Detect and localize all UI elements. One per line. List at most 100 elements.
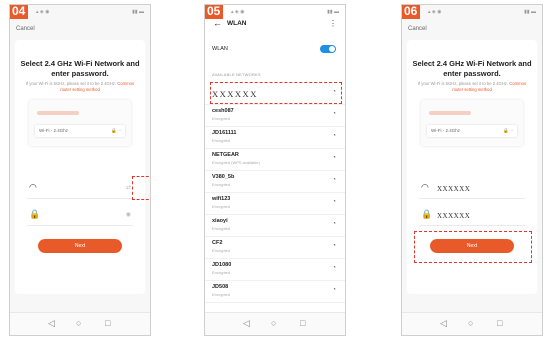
toggle-knob [329, 46, 335, 52]
wifi-signal-lock-icon: ◔ [332, 111, 336, 117]
network-name: JD1080 [212, 262, 232, 268]
network-status: Encrypted [212, 182, 231, 187]
wifi-signal-lock-icon: ◔ [332, 221, 336, 227]
recent-nav-icon[interactable]: □ [300, 318, 305, 328]
illustration-wifi-label: Wi-Fi - 2.4Ghz [431, 128, 461, 133]
available-networks-heading: AVAILABLE NETWORKS [212, 72, 261, 77]
password-value: XXXXXX [437, 212, 471, 220]
network-status: Encrypted [212, 270, 231, 275]
status-icons-left: ▴ ◈ ◉ [428, 9, 442, 15]
subtitle: If your Wi-Fi is 5GHz, please set it to … [415, 81, 529, 93]
network-item[interactable]: JD1080 Encrypted ◔ [205, 259, 345, 281]
wifi-signal-lock-icon: ◔ [332, 243, 336, 249]
status-icons-right: ▮▮ ▬ [524, 9, 536, 15]
status-icons-right: ▮▮ ▬ [132, 9, 144, 15]
ssid-field[interactable]: ◠ ⇄ [27, 180, 133, 199]
recent-nav-icon[interactable]: □ [105, 318, 110, 328]
network-name: JD508 [212, 284, 229, 290]
network-name: xiaoyi [212, 218, 228, 224]
network-status: Encrypted [212, 226, 231, 231]
password-field[interactable]: 🔒 ◉ [27, 207, 133, 226]
illustration-bar [429, 111, 471, 115]
page-title: Select 2.4 GHz Wi-Fi Network and enter p… [20, 59, 140, 78]
cancel-button[interactable]: Cancel [408, 26, 427, 32]
nav-bar: ◁ ○ □ [402, 312, 542, 335]
network-name: CF2 [212, 240, 223, 246]
wifi-form-card: Select 2.4 GHz Wi-Fi Network and enter p… [15, 40, 145, 294]
cancel-button[interactable]: Cancel [16, 26, 35, 32]
back-nav-icon[interactable]: ◁ [243, 318, 250, 329]
wifi-icon: ◠ [421, 182, 429, 192]
password-field[interactable]: 🔒 XXXXXX [419, 207, 525, 226]
ssid-value: XXXXXX [437, 185, 471, 193]
network-name: wifi123 [212, 196, 231, 202]
subtitle: If your Wi-Fi is 5GHz, please set it to … [23, 81, 137, 93]
network-item[interactable]: JD161111 Encrypted ◔ [205, 127, 345, 149]
switch-network-icon[interactable]: ⇄ [126, 184, 131, 191]
network-item[interactable]: NETGEAR Encrypted (WPS available) ◔ [205, 149, 345, 171]
network-status: Encrypted [212, 204, 231, 209]
page-title: Select 2.4 GHz Wi-Fi Network and enter p… [412, 59, 532, 78]
network-name: cesh087 [212, 108, 234, 114]
wifi-illustration: Wi-Fi - 2.4Ghz 🔒 ◔ [421, 100, 523, 146]
network-name: NETGEAR [212, 152, 239, 158]
subtitle-text: If your Wi-Fi is 5GHz, please set it to … [417, 81, 509, 86]
status-bar: ▴ ◈ ◉ ▮▮ ▬ [402, 7, 542, 17]
status-icons-right: ▮▮ ▬ [327, 9, 339, 15]
illustration-wifi-row: Wi-Fi - 2.4Ghz 🔒 ◔ [427, 125, 517, 137]
highlight-next-button [414, 231, 532, 263]
wlan-header: ← WLAN ⋮ [205, 17, 345, 33]
network-name: V380_5b [212, 174, 235, 180]
network-item[interactable]: JD508 Encrypted ◔ [205, 281, 345, 303]
network-status: Encrypted (WPS available) [212, 160, 260, 165]
network-status: Encrypted [212, 292, 231, 297]
nav-bar: ◁ ○ □ [10, 312, 150, 335]
wifi-signal-lock-icon: ◔ [332, 133, 336, 139]
wlan-label: WLAN [212, 46, 228, 52]
phone-screen-step-05: 05 ▴ ◈ ◉ ▮▮ ▬ ← WLAN ⋮ WLAN AVAILABLE NET… [204, 4, 346, 336]
eye-icon[interactable]: ◉ [126, 211, 131, 218]
home-nav-icon[interactable]: ○ [468, 318, 473, 328]
phone-screen-step-04: 04 ▴ ◈ ◉ ▮▮ ▬ Cancel Select 2.4 GHz Wi-Fi… [9, 4, 151, 336]
wlan-toggle[interactable] [320, 45, 336, 53]
back-nav-icon[interactable]: ◁ [440, 318, 447, 329]
status-bar: ▴ ◈ ◉ ▮▮ ▬ [205, 7, 345, 17]
back-arrow-icon[interactable]: ← [213, 18, 222, 28]
header-title: WLAN [227, 20, 247, 27]
network-item[interactable]: CF2 Encrypted ◔ [205, 237, 345, 259]
ssid-field[interactable]: ◠ XXXXXX [419, 180, 525, 199]
more-icon[interactable]: ⋮ [329, 19, 337, 28]
network-item[interactable]: cesh087 Encrypted ◔ [205, 105, 345, 127]
wifi-signal-lock-icon: ◔ [332, 265, 336, 271]
highlight-selected-network [210, 82, 342, 104]
nav-bar: ◁ ○ □ [205, 312, 345, 335]
status-icons-left: ▴ ◈ ◉ [231, 9, 245, 15]
lock-wifi-icon: 🔒 ◔ [503, 128, 513, 133]
illustration-bar [37, 111, 79, 115]
network-item[interactable]: xiaoyi Encrypted ◔ [205, 215, 345, 237]
network-item[interactable]: V380_5b Encrypted ◔ [205, 171, 345, 193]
wifi-icon: ◠ [29, 182, 37, 192]
network-status: Encrypted [212, 116, 231, 121]
wifi-signal-lock-icon: ◔ [332, 287, 336, 293]
recent-nav-icon[interactable]: □ [497, 318, 502, 328]
wlan-toggle-row: WLAN [205, 43, 345, 57]
status-icons-left: ▴ ◈ ◉ [36, 9, 50, 15]
back-nav-icon[interactable]: ◁ [48, 318, 55, 329]
next-button[interactable]: Next [38, 239, 122, 253]
status-bar: ▴ ◈ ◉ ▮▮ ▬ [10, 7, 150, 17]
network-status: Encrypted [212, 138, 231, 143]
wifi-signal-lock-icon: ◔ [332, 199, 336, 205]
lock-icon: 🔒 [29, 209, 41, 219]
network-list: XXXXXX ◔ cesh087 Encrypted ◔ JD161111 Encrypte… [205, 83, 345, 303]
network-name: JD161111 [212, 130, 237, 136]
illustration-wifi-row: Wi-Fi - 2.4Ghz 🔒 ◔ [35, 125, 125, 137]
phone-screen-step-06: 06 ▴ ◈ ◉ ▮▮ ▬ Cancel Select 2.4 GHz Wi-Fi… [401, 4, 543, 336]
highlight-switch-network [132, 176, 150, 200]
illustration-wifi-label: Wi-Fi - 2.4Ghz [39, 128, 69, 133]
home-nav-icon[interactable]: ○ [76, 318, 81, 328]
wifi-signal-lock-icon: ◔ [332, 155, 336, 161]
lock-icon: 🔒 [421, 209, 433, 219]
network-item[interactable]: wifi123 Encrypted ◔ [205, 193, 345, 215]
home-nav-icon[interactable]: ○ [271, 318, 276, 328]
